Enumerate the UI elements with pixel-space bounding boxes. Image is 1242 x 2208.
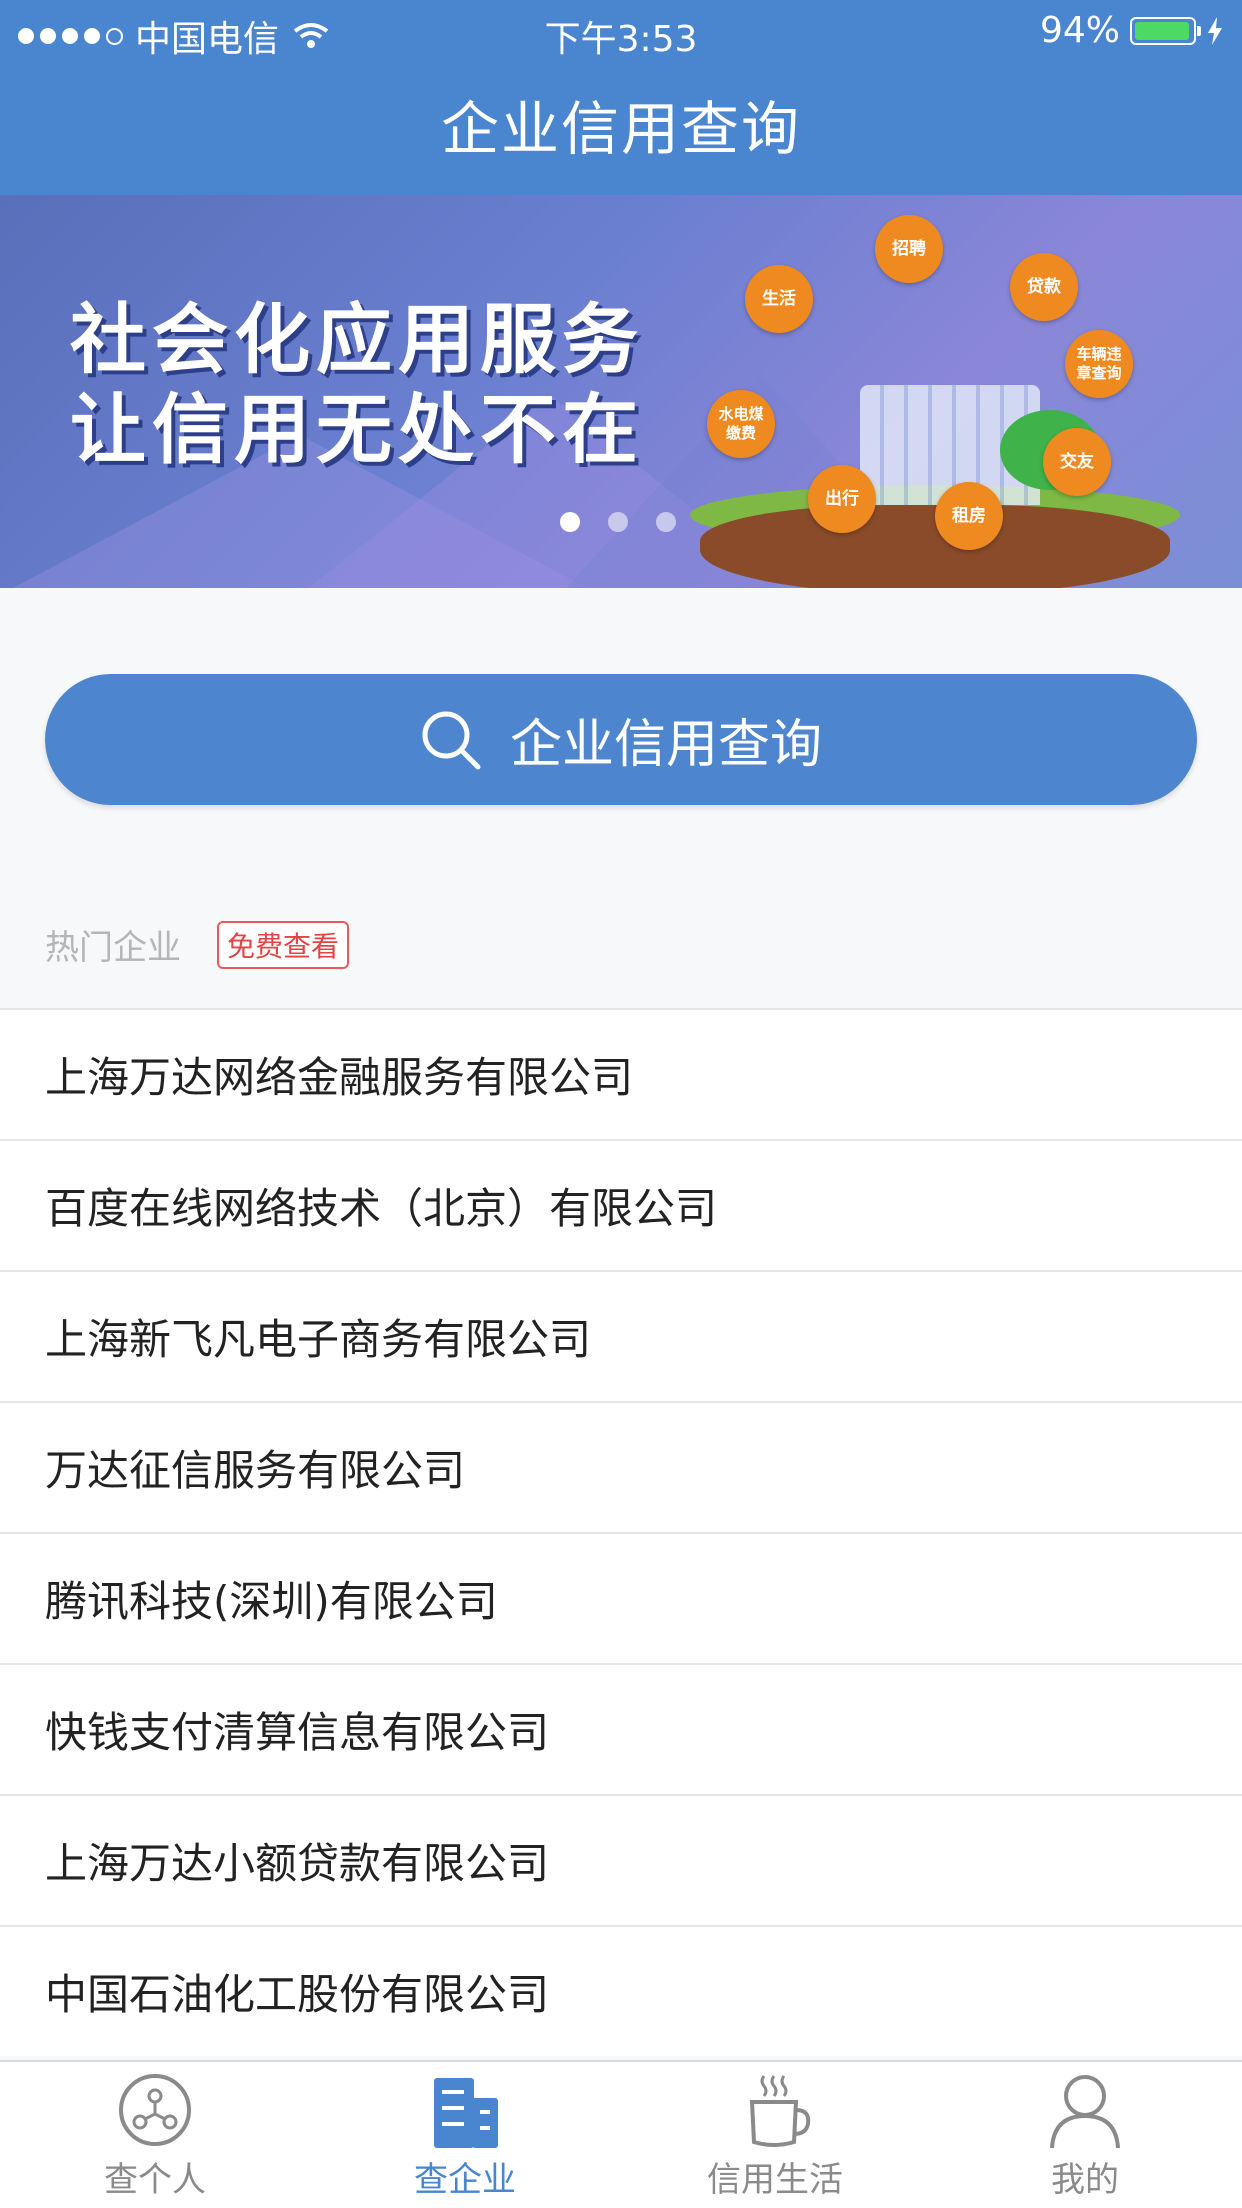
tab-credit-life[interactable]: 信用生活 (675, 2072, 875, 2201)
status-bar: 中国电信 下午3:53 94% (0, 0, 1242, 62)
battery-percent: 94% (1039, 10, 1120, 51)
tab-mine-label: 我的 (1051, 2160, 1119, 2200)
banner-tag-loan: 贷款 (1010, 253, 1078, 321)
company-row[interactable]: 上海万达小额贷款有限公司 (0, 1794, 1242, 1925)
pager-dot[interactable] (608, 512, 628, 532)
banner-slogan: 社会化应用服务 让信用无处不在 (70, 295, 644, 474)
company-row[interactable]: 百度在线网络技术（北京）有限公司 (0, 1139, 1242, 1270)
pager-dot[interactable] (656, 512, 676, 532)
banner-tag-rent: 租房 (935, 482, 1003, 550)
charging-icon (1208, 16, 1222, 45)
battery-icon (1130, 16, 1201, 45)
banner-tag-social: 交友 (1043, 428, 1111, 496)
company-row[interactable]: 中国石油化工股份有限公司 (0, 1925, 1242, 2056)
person-network-icon (119, 2074, 191, 2146)
tab-mine[interactable]: 我的 (985, 2072, 1185, 2201)
company-list: 上海万达网络金融服务有限公司 百度在线网络技术（北京）有限公司 上海新飞凡电子商… (0, 1008, 1242, 2056)
company-row[interactable]: 上海新飞凡电子商务有限公司 (0, 1270, 1242, 1401)
search-icon (422, 711, 481, 769)
coffee-cup-icon (749, 2075, 811, 2147)
header-bar: 中国电信 下午3:53 94% 企业信用查询 (0, 0, 1242, 195)
hot-companies-label: 热门企业 (45, 928, 181, 968)
tab-company[interactable]: 查企业 (365, 2072, 565, 2201)
banner-tag-traffic: 车辆违章查询 (1065, 330, 1133, 398)
tab-person[interactable]: 查个人 (55, 2072, 255, 2201)
tab-bar: 查个人 查企业 信用生活 我的 (0, 2060, 1242, 2208)
tab-person-label: 查个人 (104, 2160, 206, 2200)
banner-tag-travel: 出行 (808, 465, 876, 533)
banner-tag-life: 生活 (745, 265, 813, 333)
promo-banner[interactable]: 社会化应用服务 让信用无处不在 招聘 生活 贷款 车辆违章查询 水电煤缴费 交友… (0, 195, 1242, 588)
company-row[interactable]: 快钱支付清算信息有限公司 (0, 1663, 1242, 1794)
pager-dot[interactable] (560, 512, 580, 532)
tab-company-label: 查企业 (414, 2160, 516, 2200)
tab-credit-life-label: 信用生活 (707, 2160, 843, 2200)
free-view-badge: 免费查看 (217, 920, 350, 969)
hot-companies-header: 热门企业 免费查看 (45, 920, 350, 969)
company-search-button[interactable]: 企业信用查询 (45, 674, 1197, 805)
banner-tag-utilities: 水电煤缴费 (707, 390, 775, 458)
page-title: 企业信用查询 (440, 95, 801, 163)
company-row[interactable]: 上海万达网络金融服务有限公司 (0, 1008, 1242, 1139)
search-label: 企业信用查询 (509, 715, 822, 775)
building-icon (434, 2078, 498, 2148)
banner-tag-recruit: 招聘 (875, 215, 943, 283)
company-row[interactable]: 腾讯科技(深圳)有限公司 (0, 1532, 1242, 1663)
banner-pager[interactable] (560, 512, 676, 532)
user-icon (1050, 2075, 1120, 2149)
company-row[interactable]: 万达征信服务有限公司 (0, 1401, 1242, 1532)
